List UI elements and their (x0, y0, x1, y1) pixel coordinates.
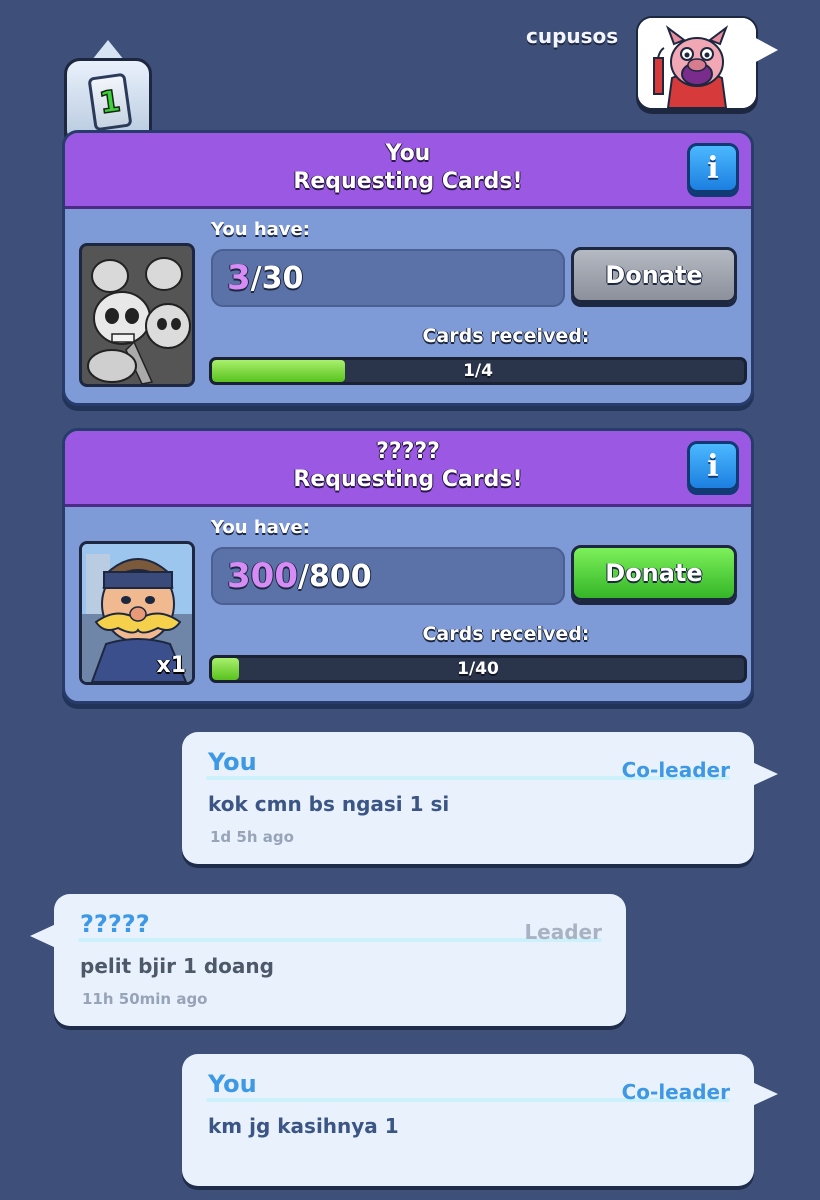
request-subtitle: Requesting Cards! (293, 169, 523, 194)
card-stack-icon: 1 (87, 72, 133, 132)
message-text: km jg kasihnya 1 (208, 1114, 399, 1138)
chat-message[interactable]: You Co-leader kok cmn bs ngasi 1 si 1d 5… (182, 732, 754, 864)
donate-button[interactable]: Donate (571, 545, 737, 601)
avatar-speech-tail (752, 36, 778, 64)
message-timestamp: 11h 50min ago (82, 990, 208, 1008)
level-badge-pointer (92, 40, 124, 60)
request-subtitle: Requesting Cards! (293, 467, 523, 492)
cards-received-label: Cards received: (422, 325, 590, 347)
message-text: pelit bjir 1 doang (80, 954, 274, 978)
chat-message[interactable]: ????? Leader pelit bjir 1 doang 11h 50mi… (54, 894, 626, 1026)
avatar[interactable] (636, 16, 758, 110)
requester-name: You (385, 141, 431, 166)
info-button[interactable]: i (687, 143, 739, 193)
message-timestamp: 1d 5h ago (210, 828, 294, 846)
username: cupusos (526, 24, 619, 48)
royal-giant-card-icon[interactable]: x1 (79, 541, 195, 685)
message-author[interactable]: You (208, 1070, 257, 1098)
message-text: kok cmn bs ngasi 1 si (208, 792, 450, 816)
card-request-panel: You Requesting Cards! i You have: 3 /30 … (62, 130, 754, 406)
level-number: 1 (96, 82, 123, 121)
cards-owned: 300 (227, 556, 298, 596)
progress-text: 1/40 (457, 659, 499, 679)
pig-emote-with-firecracker-icon (638, 18, 756, 108)
member-role: Co-leader (621, 1080, 730, 1104)
cards-needed: /30 (250, 260, 304, 296)
cards-owned: 3 (227, 258, 251, 298)
message-author[interactable]: You (208, 748, 257, 776)
member-role: Co-leader (621, 758, 730, 782)
requester-name: ????? (376, 439, 440, 464)
bubble-tail (752, 1082, 778, 1106)
skeleton-art (82, 246, 192, 384)
progress-text: 1/4 (463, 361, 493, 381)
donation-progress-bar: 1/4 (209, 357, 747, 385)
card-request-panel: ????? Requesting Cards! i x1 You have: 3… (62, 428, 754, 704)
card-count-box: 3 /30 (211, 249, 565, 307)
request-header: You Requesting Cards! i (65, 133, 751, 209)
card-quantity: x1 (156, 653, 187, 678)
card-count-box: 300 /800 (211, 547, 565, 605)
cards-needed: /800 (297, 558, 372, 594)
donation-progress-bar: 1/40 (209, 655, 747, 683)
message-author[interactable]: ????? (80, 910, 150, 938)
you-have-label: You have: (211, 219, 310, 240)
bubble-tail (752, 762, 778, 786)
request-header: ????? Requesting Cards! i (65, 431, 751, 507)
bubble-tail (30, 924, 56, 948)
you-have-label: You have: (211, 517, 310, 538)
info-button[interactable]: i (687, 441, 739, 491)
name-underline (78, 938, 602, 942)
skeleton-army-card-icon[interactable] (79, 243, 195, 387)
cards-received-label: Cards received: (422, 623, 590, 645)
donate-button[interactable]: Donate (571, 247, 737, 303)
member-role: Leader (524, 920, 602, 944)
chat-message[interactable]: You Co-leader km jg kasihnya 1 (182, 1054, 754, 1186)
